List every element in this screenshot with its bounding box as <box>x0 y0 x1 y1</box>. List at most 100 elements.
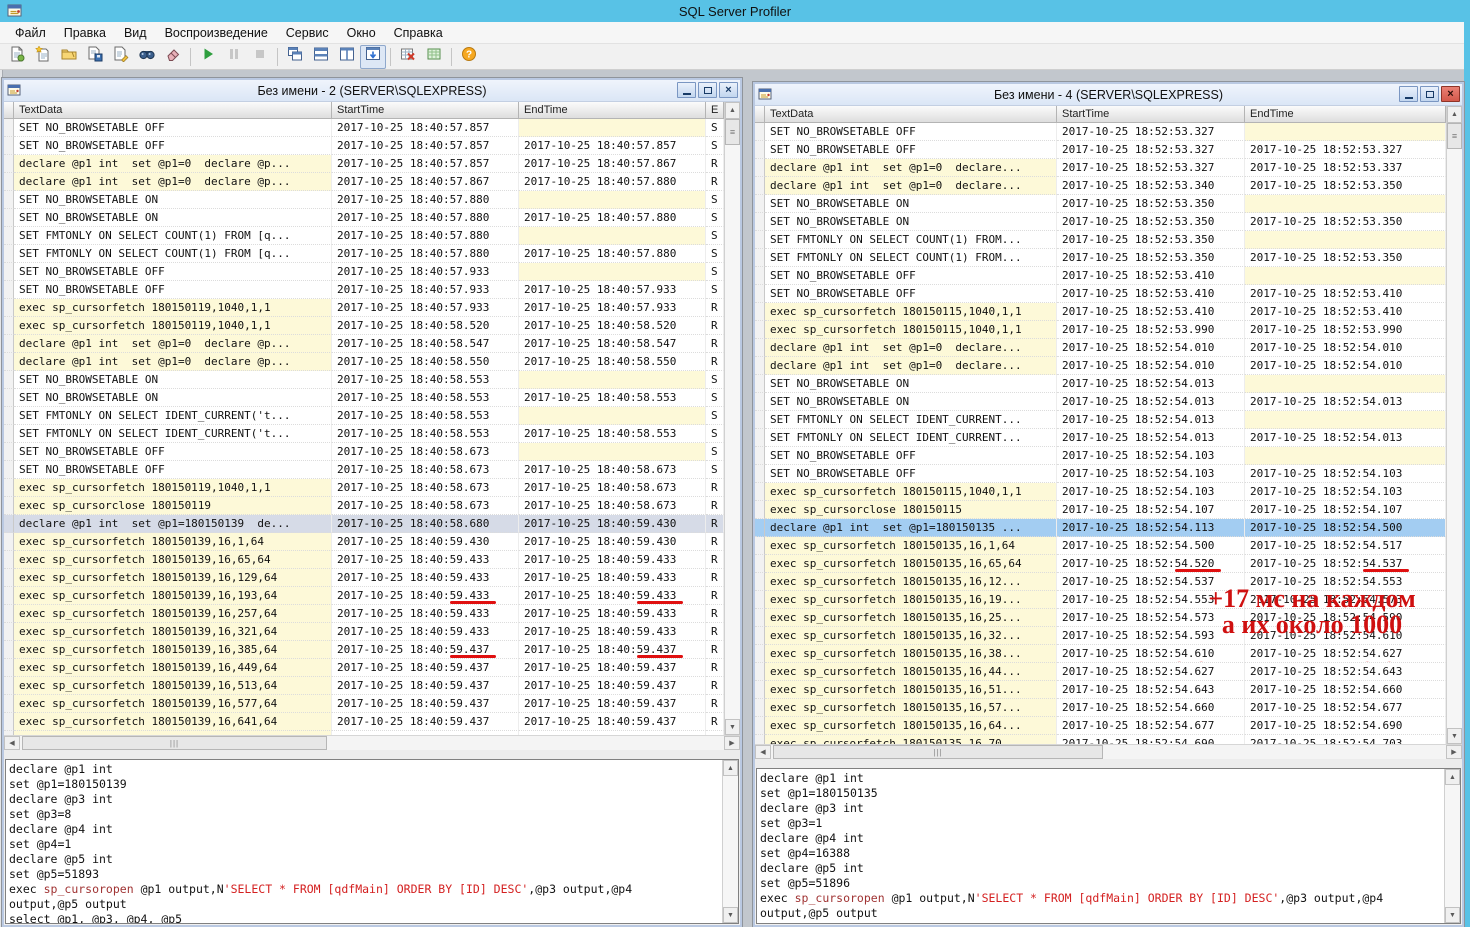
trace-row[interactable]: exec sp_cursorfetch 180150135,16,57...20… <box>755 699 1446 717</box>
trace-row[interactable]: declare @p1 int set @p1=0 declare @p...2… <box>4 353 724 371</box>
scroll-down-icon[interactable]: ▼ <box>725 719 740 735</box>
trace-row[interactable]: SET FMTONLY ON SELECT COUNT(1) FROM [q..… <box>4 227 724 245</box>
trace-row[interactable]: SET NO_BROWSETABLE OFF2017-10-25 18:40:5… <box>4 281 724 299</box>
maximize-button[interactable] <box>1420 86 1439 102</box>
help-button[interactable]: ? <box>456 45 482 69</box>
detail-scrollbar[interactable]: ▲ ▼ <box>722 760 738 923</box>
vertical-scrollbar[interactable]: ▲ ≡ ▼ <box>724 102 740 735</box>
pane-splitter[interactable] <box>4 750 740 759</box>
scroll-up-icon[interactable]: ▲ <box>1447 106 1462 123</box>
menu-item-2[interactable]: Вид <box>115 24 156 42</box>
trace-row[interactable]: declare @p1 int set @p1=0 declare...2017… <box>755 177 1446 195</box>
trace-row[interactable]: exec sp_cursorfetch 180150139,16,705,642… <box>4 731 724 735</box>
trace-row[interactable]: SET FMTONLY ON SELECT COUNT(1) FROM...20… <box>755 231 1446 249</box>
vertical-scrollbar[interactable]: ▲ ≡ ▼ <box>1446 106 1462 744</box>
trace-row[interactable]: exec sp_cursorfetch 180150119,1040,1,120… <box>4 317 724 335</box>
trace-row[interactable]: SET NO_BROWSETABLE OFF2017-10-25 18:52:5… <box>755 141 1446 159</box>
trace-row[interactable]: exec sp_cursorfetch 180150139,16,65,6420… <box>4 551 724 569</box>
trace-row[interactable]: exec sp_cursorfetch 180150135,16,44...20… <box>755 663 1446 681</box>
trace-row[interactable]: exec sp_cursorfetch 180150115,1040,1,120… <box>755 321 1446 339</box>
trace-row[interactable]: SET NO_BROWSETABLE OFF2017-10-25 18:52:5… <box>755 123 1446 141</box>
trace-row[interactable]: declare @p1 int set @p1=180150135 ...201… <box>755 519 1446 537</box>
trace-window-2-titlebar[interactable]: Без имени - 2 (SERVER\SQLEXPRESS) × <box>4 80 740 102</box>
minimize-button[interactable] <box>677 82 696 98</box>
trace-row[interactable]: SET NO_BROWSETABLE ON2017-10-25 18:40:57… <box>4 209 724 227</box>
trace-row[interactable]: exec sp_cursorfetch 180150139,16,193,642… <box>4 587 724 605</box>
new-trace-button[interactable] <box>4 45 30 69</box>
trace-row[interactable]: SET NO_BROWSETABLE ON2017-10-25 18:40:58… <box>4 371 724 389</box>
close-button[interactable]: × <box>1441 86 1460 102</box>
trace-row[interactable]: SET FMTONLY ON SELECT IDENT_CURRENT('t..… <box>4 425 724 443</box>
trace-row[interactable]: exec sp_cursorfetch 180150115,1040,1,120… <box>755 483 1446 501</box>
find-button[interactable] <box>134 45 160 69</box>
trace-row[interactable]: exec sp_cursorfetch 180150139,16,1,64201… <box>4 533 724 551</box>
trace-row[interactable]: SET NO_BROWSETABLE ON2017-10-25 18:40:57… <box>4 191 724 209</box>
scroll-up-icon[interactable]: ▲ <box>1445 769 1460 785</box>
trace-row[interactable]: SET NO_BROWSETABLE ON2017-10-25 18:52:54… <box>755 375 1446 393</box>
cascade-windows-button[interactable] <box>282 45 308 69</box>
trace-row[interactable]: exec sp_cursorfetch 180150139,16,449,642… <box>4 659 724 677</box>
close-button[interactable]: × <box>719 82 738 98</box>
menu-item-6[interactable]: Справка <box>385 24 452 42</box>
trace-row[interactable]: exec sp_cursorfetch 180150139,16,321,642… <box>4 623 724 641</box>
trace-row[interactable]: exec sp_cursorfetch 180150135,16,64...20… <box>755 717 1446 735</box>
new-file-button[interactable] <box>30 45 56 69</box>
trace-row[interactable]: exec sp_cursorfetch 180150119,1040,1,120… <box>4 299 724 317</box>
trace-row[interactable]: exec sp_cursorclose 1801501192017-10-25 … <box>4 497 724 515</box>
pane-splitter[interactable] <box>755 759 1462 768</box>
scroll-up-icon[interactable]: ▲ <box>725 102 740 119</box>
trace-row[interactable]: SET NO_BROWSETABLE OFF2017-10-25 18:52:5… <box>755 285 1446 303</box>
menu-item-0[interactable]: Файл <box>6 24 55 42</box>
trace-row[interactable]: exec sp_cursorfetch 180150135,16,51...20… <box>755 681 1446 699</box>
trace-row[interactable]: SET NO_BROWSETABLE OFF2017-10-25 18:40:5… <box>4 461 724 479</box>
tile-vertical-button[interactable] <box>334 45 360 69</box>
sql-detail-pane[interactable]: declare @p1 intset @p1=180150139declare … <box>5 759 739 924</box>
trace-row[interactable]: SET NO_BROWSETABLE OFF2017-10-25 18:40:5… <box>4 263 724 281</box>
trace-row[interactable]: exec sp_cursorfetch 180150135,16,1,64201… <box>755 537 1446 555</box>
trace-row[interactable]: SET NO_BROWSETABLE ON2017-10-25 18:52:53… <box>755 213 1446 231</box>
trace-row[interactable]: SET NO_BROWSETABLE OFF2017-10-25 18:52:5… <box>755 447 1446 465</box>
scroll-down-icon[interactable]: ▼ <box>1447 728 1462 744</box>
trace-row[interactable]: declare @p1 int set @p1=0 declare...2017… <box>755 339 1446 357</box>
trace-row[interactable]: declare @p1 int set @p1=0 declare...2017… <box>755 357 1446 375</box>
save-trace-button[interactable] <box>82 45 108 69</box>
scroll-left-icon[interactable]: ◀ <box>4 736 20 750</box>
trace-row[interactable]: SET NO_BROWSETABLE ON2017-10-25 18:52:54… <box>755 393 1446 411</box>
eraser-button[interactable] <box>160 45 186 69</box>
trace-row[interactable]: declare @p1 int set @p1=0 declare @p...2… <box>4 173 724 191</box>
maximize-button[interactable] <box>698 82 717 98</box>
trace-row[interactable]: declare @p1 int set @p1=180150139 de...2… <box>4 515 724 533</box>
menu-item-3[interactable]: Воспроизведение <box>156 24 277 42</box>
minimize-button[interactable] <box>1399 86 1418 102</box>
trace-row[interactable]: exec sp_cursorfetch 180150119,1040,1,120… <box>4 479 724 497</box>
trace-row[interactable]: exec sp_cursorfetch 180150139,16,385,642… <box>4 641 724 659</box>
sql-detail-pane[interactable]: declare @p1 intset @p1=180150135declare … <box>756 768 1461 924</box>
trace-row[interactable]: exec sp_cursorfetch 180150139,16,257,642… <box>4 605 724 623</box>
horizontal-scrollbar[interactable]: ◀ ||| ▶ <box>4 735 740 750</box>
trace-row[interactable]: declare @p1 int set @p1=0 declare @p...2… <box>4 335 724 353</box>
trace-row[interactable]: SET NO_BROWSETABLE ON2017-10-25 18:40:58… <box>4 389 724 407</box>
play-button[interactable] <box>195 45 221 69</box>
trace-row[interactable]: SET FMTONLY ON SELECT IDENT_CURRENT('t..… <box>4 407 724 425</box>
trace-row[interactable]: SET NO_BROWSETABLE OFF2017-10-25 18:40:5… <box>4 443 724 461</box>
trace-row[interactable]: exec sp_cursorfetch 180150135,16,38...20… <box>755 645 1446 663</box>
scroll-thumb[interactable]: ≡ <box>1447 123 1462 149</box>
auto-scroll-button[interactable] <box>360 45 386 69</box>
trace-window-4-titlebar[interactable]: Без имени - 4 (SERVER\SQLEXPRESS) × <box>755 84 1462 106</box>
chart-grid-button[interactable] <box>421 45 447 69</box>
trace-row[interactable]: SET NO_BROWSETABLE OFF2017-10-25 18:40:5… <box>4 119 724 137</box>
trace-row[interactable]: SET NO_BROWSETABLE ON2017-10-25 18:52:53… <box>755 195 1446 213</box>
trace-row[interactable]: SET FMTONLY ON SELECT COUNT(1) FROM...20… <box>755 249 1446 267</box>
trace-row[interactable]: exec sp_cursorfetch 180150139,16,577,642… <box>4 695 724 713</box>
scroll-up-icon[interactable]: ▲ <box>723 760 738 776</box>
horizontal-scrollbar[interactable]: ◀ ||| ▶ <box>755 744 1462 759</box>
trace-row[interactable]: SET FMTONLY ON SELECT COUNT(1) FROM [q..… <box>4 245 724 263</box>
trace-row[interactable]: exec sp_cursorfetch 180150115,1040,1,120… <box>755 303 1446 321</box>
hscroll-thumb[interactable]: ||| <box>773 745 1103 759</box>
trace-row[interactable]: exec sp_cursorfetch 180150135,16,70...20… <box>755 735 1446 744</box>
open-trace-button[interactable] <box>56 45 82 69</box>
scroll-left-icon[interactable]: ◀ <box>755 745 771 759</box>
detail-scrollbar[interactable]: ▲ ▼ <box>1444 769 1460 923</box>
scroll-down-icon[interactable]: ▼ <box>1445 907 1460 923</box>
trace-row[interactable]: exec sp_cursorclose 1801501152017-10-25 … <box>755 501 1446 519</box>
